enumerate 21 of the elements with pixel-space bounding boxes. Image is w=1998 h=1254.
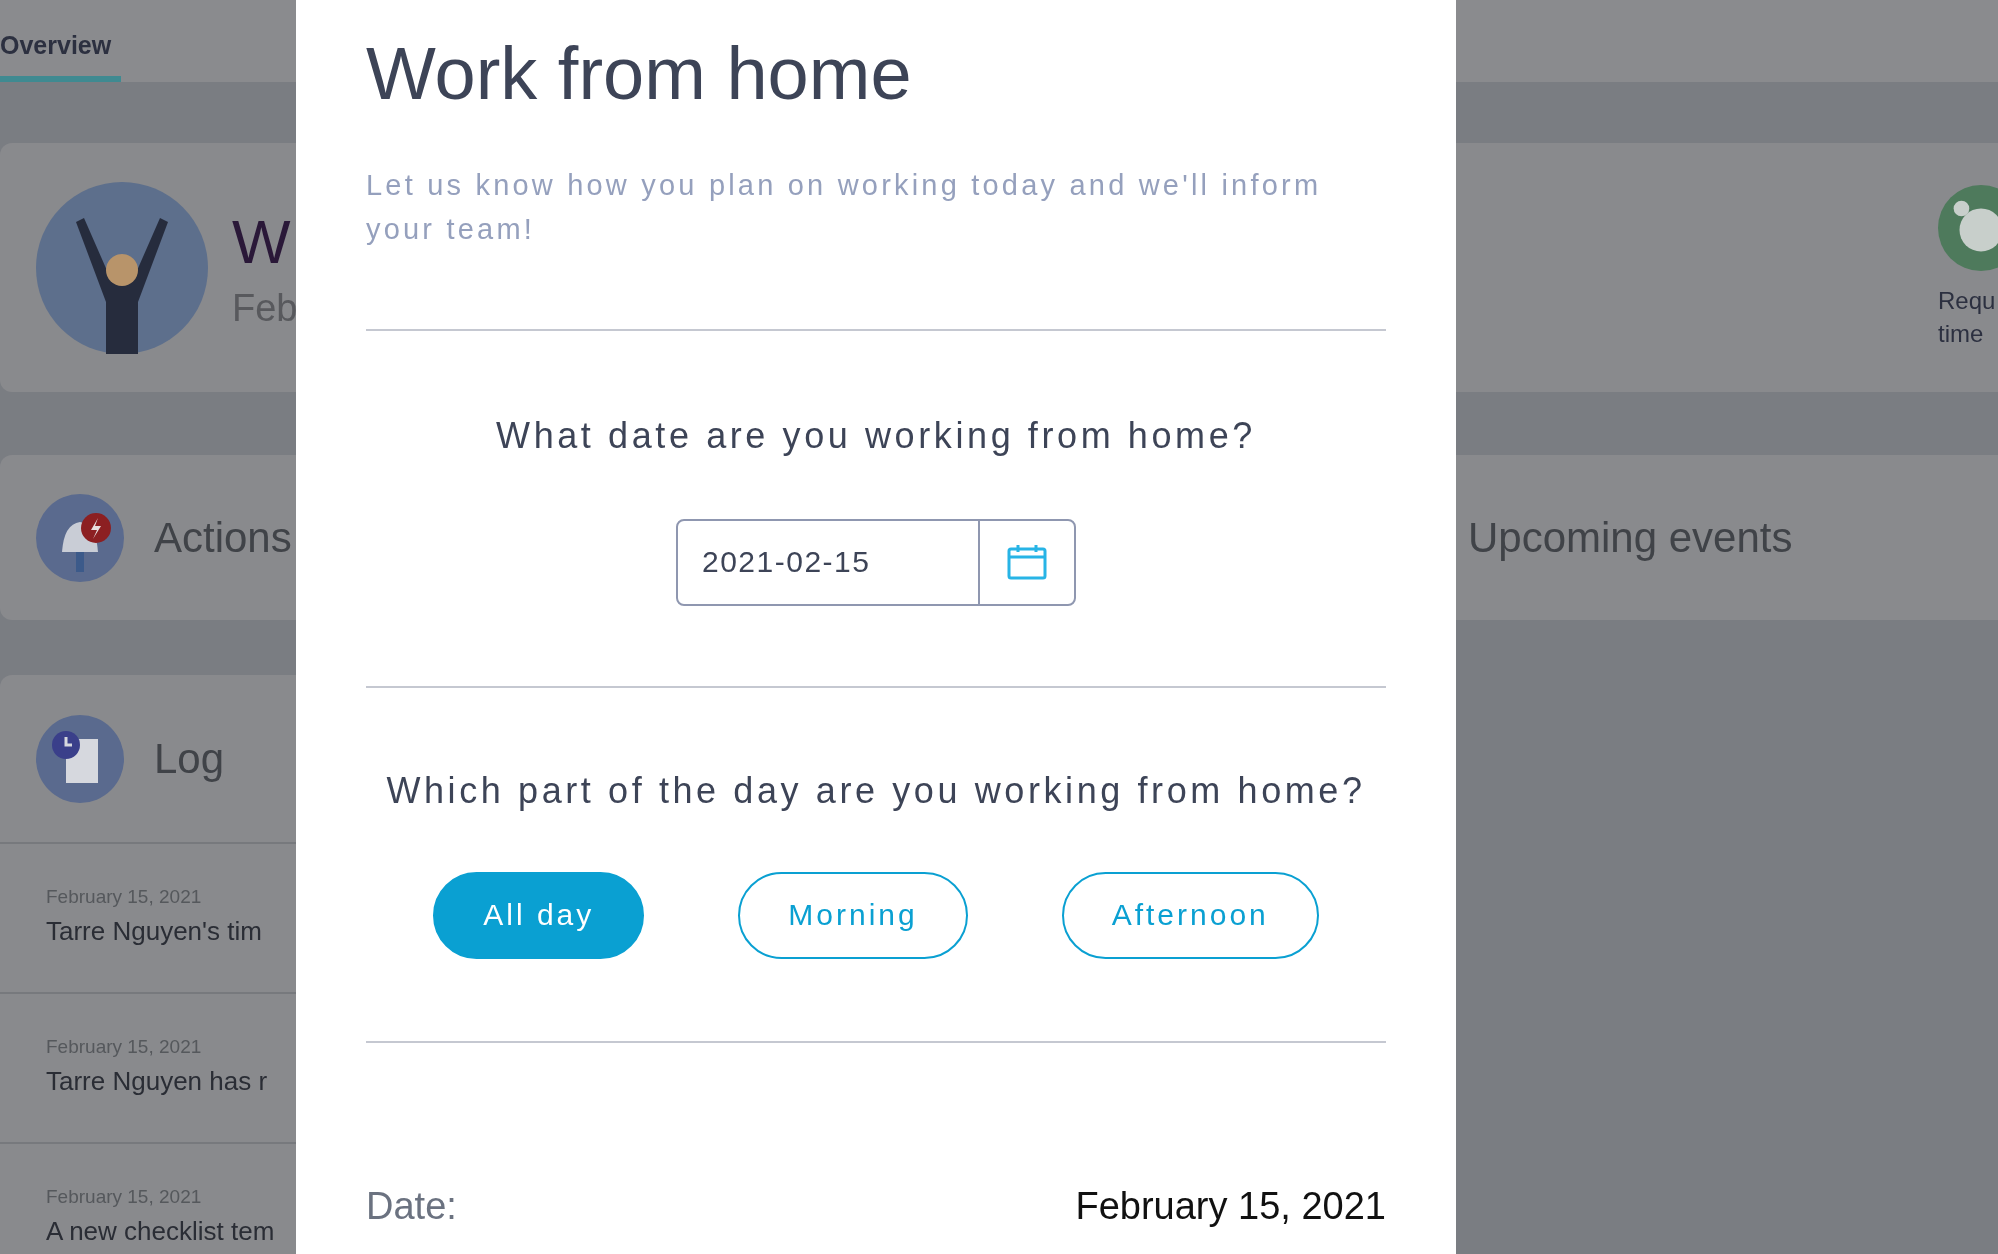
log-text: Tarre Nguyen has r <box>46 1066 269 1097</box>
welcome-title: W <box>232 205 292 277</box>
bell-icon <box>36 493 124 582</box>
summary-value: February 15, 2021 <box>1075 1184 1386 1228</box>
date-field[interactable]: 2021-02-15 <box>676 518 1076 606</box>
day-part-question: Which part of the day are you working from home? <box>385 769 1367 812</box>
day-part-option[interactable]: Morning <box>738 871 968 959</box>
day-part-option[interactable]: Afternoon <box>1061 871 1319 959</box>
date-question: What date are you working from home? <box>495 414 1257 457</box>
day-part-option[interactable]: All day <box>433 871 645 959</box>
quick-action-label[interactable]: Requ time <box>1938 285 1996 350</box>
document-clock-icon <box>36 714 124 803</box>
dialog-intro: Let us know how you plan on working today and we'll inform your team! <box>366 167 1323 247</box>
dialog-title: Work from home <box>366 31 913 117</box>
calendar-icon[interactable] <box>1007 544 1047 581</box>
summary-label: Date: <box>366 1184 457 1228</box>
log-title: Log <box>154 734 225 783</box>
actions-title: Actions <box>154 513 292 562</box>
upcoming-events-title: Upcoming events <box>1468 513 1793 562</box>
log-text: A new checklist tem <box>46 1216 276 1247</box>
log-text: Tarre Nguyen's tim <box>46 916 263 947</box>
